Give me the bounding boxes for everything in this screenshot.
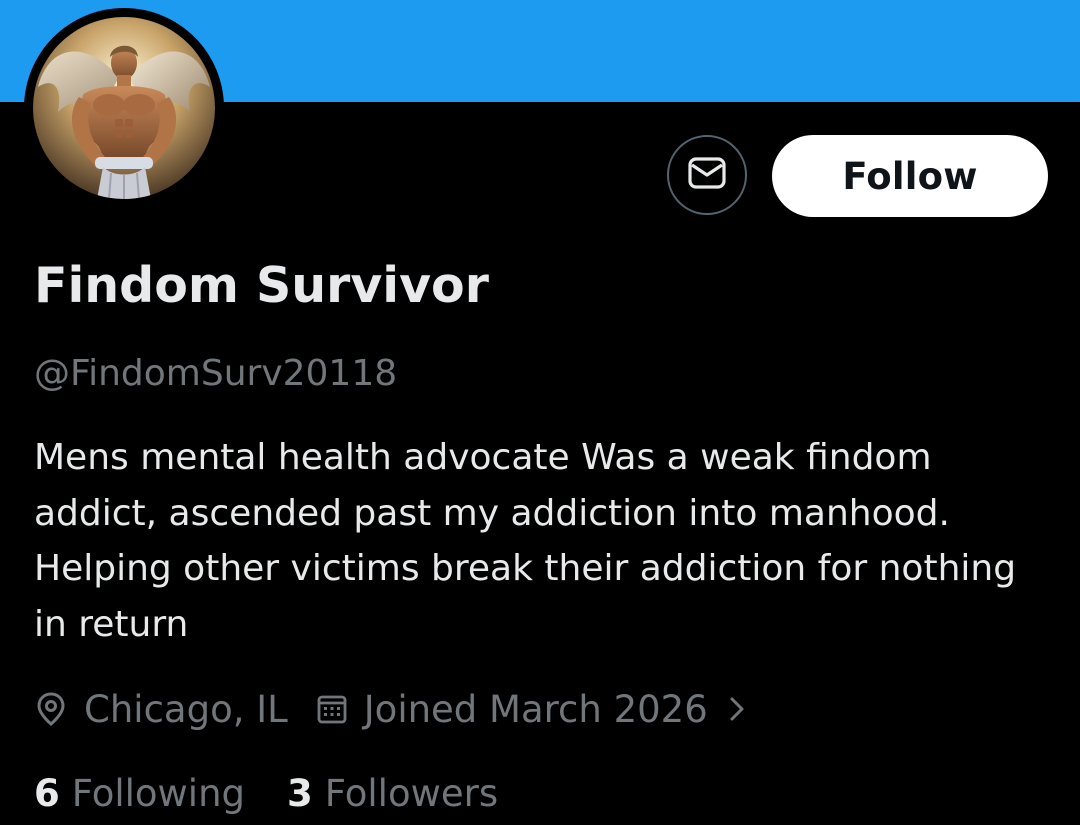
following-link[interactable]: 6 Following bbox=[34, 772, 245, 815]
message-button[interactable] bbox=[667, 135, 747, 215]
followers-label: Followers bbox=[324, 771, 499, 815]
map-pin-icon bbox=[36, 691, 66, 727]
profile-page: Follow Findom Survivor @FindomSurv20118 … bbox=[0, 0, 1080, 825]
display-name: Findom Survivor bbox=[34, 257, 489, 314]
username-handle: @FindomSurv20118 bbox=[34, 353, 398, 394]
joined-item: Joined March 2026 bbox=[316, 688, 708, 731]
following-label: Following bbox=[71, 771, 246, 815]
followers-count: 3 bbox=[287, 771, 313, 815]
location-item: Chicago, IL bbox=[34, 688, 288, 731]
envelope-icon bbox=[687, 156, 727, 195]
location-text: Chicago, IL bbox=[84, 687, 288, 731]
follow-button[interactable]: Follow bbox=[772, 135, 1048, 217]
avatar[interactable] bbox=[33, 17, 215, 199]
joined-text: Joined March 2026 bbox=[363, 687, 708, 731]
avatar-frame bbox=[24, 8, 224, 208]
follow-stats: 6 Following 3 Followers bbox=[34, 767, 498, 819]
profile-bio: Mens mental health advocate Was a weak f… bbox=[34, 437, 1017, 645]
followers-link[interactable]: 3 Followers bbox=[287, 772, 498, 815]
following-count: 6 bbox=[34, 771, 60, 815]
profile-meta: Chicago, IL Joined March 2026 bbox=[34, 684, 746, 734]
chevron-right-icon[interactable] bbox=[728, 695, 746, 723]
calendar-icon bbox=[316, 693, 348, 725]
